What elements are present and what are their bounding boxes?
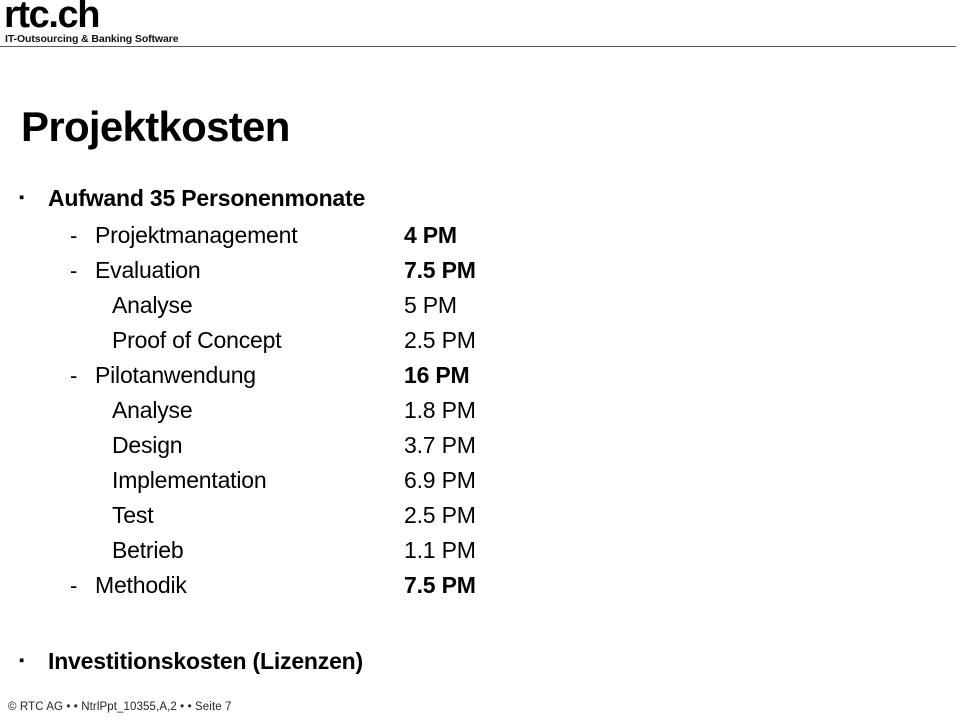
list-item-label: Analyse — [112, 292, 193, 318]
list-item: - Projektmanagement 4 PM — [0, 218, 960, 253]
list-item-value: 4 PM — [404, 222, 457, 248]
dash-bullet-icon: - — [70, 223, 78, 248]
list-item-value: 1.1 PM — [404, 537, 476, 563]
list-item-label: Analyse — [112, 397, 193, 423]
list-item-value: 16 PM — [404, 362, 470, 388]
list-item-value: 1.8 PM — [404, 397, 476, 423]
list-item-label: Investitionskosten (Lizenzen) — [48, 648, 363, 674]
list-item: - Methodik 7.5 PM — [0, 568, 960, 603]
list-item-label: Evaluation — [95, 257, 201, 283]
dash-bullet-icon: - — [70, 258, 78, 283]
list-item: Betrieb 1.1 PM — [0, 533, 960, 568]
list-item-label: Betrieb — [112, 537, 184, 563]
list-item-value: 2.5 PM — [404, 327, 476, 353]
list-item-label: Test — [112, 502, 154, 528]
list-item-value: 2.5 PM — [404, 502, 476, 528]
list-item: Analyse 5 PM — [0, 288, 960, 323]
list-item: Analyse 1.8 PM — [0, 393, 960, 428]
list-item: - Pilotanwendung 16 PM — [0, 358, 960, 393]
list-item-label: Pilotanwendung — [95, 362, 256, 388]
list-item-value: 5 PM — [404, 292, 457, 318]
rtc-logo-wordmark: rtc.ch — [4, 0, 100, 36]
list-item-value: 7.5 PM — [404, 257, 476, 283]
rtc-logo-tagline: IT-Outsourcing & Banking Software — [5, 33, 179, 45]
dash-bullet-icon: - — [70, 363, 78, 388]
page-title: Projektkosten — [21, 103, 290, 151]
header-divider-rule — [0, 46, 956, 47]
list-item-value: 7.5 PM — [404, 572, 476, 598]
list-item: Implementation 6.9 PM — [0, 463, 960, 498]
square-bullet-icon: ▪ — [19, 189, 25, 206]
slide-header: rtc.ch IT-Outsourcing & Banking Software — [0, 0, 960, 52]
list-item-label: Implementation — [112, 467, 267, 493]
list-item: Proof of Concept 2.5 PM — [0, 323, 960, 358]
list-item: Design 3.7 PM — [0, 428, 960, 463]
list-item-label: Aufwand 35 Personenmonate — [48, 185, 366, 211]
cost-breakdown-list: ▪ Aufwand 35 Personenmonate - Projektmanage… — [0, 178, 960, 681]
list-item-label: Methodik — [95, 572, 187, 598]
dash-bullet-icon: - — [70, 573, 78, 598]
list-item: ▪ Investitionskosten (Lizenzen) — [0, 641, 960, 681]
list-item: Test 2.5 PM — [0, 498, 960, 533]
square-bullet-icon: ▪ — [19, 652, 25, 669]
list-item: ▪ Aufwand 35 Personenmonate — [0, 178, 960, 218]
list-item-label: Projektmanagement — [95, 222, 298, 248]
list-item-value: 3.7 PM — [404, 432, 476, 458]
list-item-label: Design — [112, 432, 183, 458]
slide-footer: © RTC AG • • NtrlPpt_10355,A,2 • • Seite… — [8, 701, 232, 713]
list-item-value: 6.9 PM — [404, 467, 476, 493]
list-item-label: Proof of Concept — [112, 327, 282, 353]
list-item: - Evaluation 7.5 PM — [0, 253, 960, 288]
